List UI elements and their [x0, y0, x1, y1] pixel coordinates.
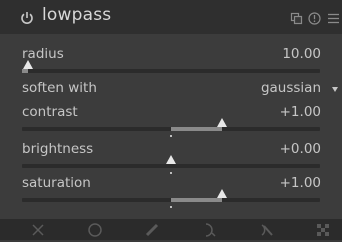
brightness-value: +0.00	[279, 141, 321, 157]
raster-mask-icon[interactable]	[315, 222, 331, 238]
saturation-slider[interactable]	[22, 189, 320, 208]
parametric-mask-icon[interactable]	[201, 222, 217, 238]
blend-mode-bar	[0, 219, 342, 240]
contrast-slider-center	[170, 135, 172, 137]
brightness-slider-center	[170, 172, 172, 174]
soften-with-dropdown[interactable]: gaussian	[261, 80, 321, 96]
saturation-slider-fill	[171, 198, 222, 202]
uniform-icon[interactable]	[87, 222, 103, 238]
drawn-parametric-mask-icon[interactable]	[258, 222, 274, 238]
contrast-value: +1.00	[279, 104, 321, 120]
contrast-label: contrast	[22, 104, 78, 120]
contrast-slider-marker[interactable]	[216, 118, 227, 127]
contrast-slider-fill	[171, 127, 222, 131]
brightness-slider-marker[interactable]	[166, 155, 176, 164]
brightness-label: brightness	[22, 141, 94, 157]
radius-value: 10.00	[282, 46, 321, 62]
drawn-mask-icon[interactable]	[144, 222, 160, 238]
saturation-value: +1.00	[279, 175, 321, 191]
module-body: radius 10.00 soften with gaussian contra…	[0, 34, 342, 219]
saturation-label: saturation	[22, 175, 91, 191]
saturation-slider-center	[170, 206, 172, 208]
module-header: lowpass	[0, 0, 342, 34]
radius-slider-marker[interactable]	[22, 60, 33, 69]
radius-slider[interactable]	[22, 60, 320, 73]
contrast-slider[interactable]	[22, 118, 320, 137]
presets-icon[interactable]	[290, 10, 303, 25]
radius-slider-fill	[22, 69, 28, 73]
off-icon[interactable]	[30, 222, 46, 238]
reset-icon[interactable]	[308, 10, 321, 25]
power-icon[interactable]	[20, 10, 34, 24]
brightness-slider[interactable]	[22, 155, 320, 174]
soften-with-label: soften with	[22, 80, 97, 96]
menu-icon[interactable]	[327, 10, 340, 24]
module-title: lowpass	[42, 5, 112, 25]
saturation-slider-marker[interactable]	[216, 189, 227, 198]
chevron-down-icon[interactable]	[332, 87, 338, 92]
